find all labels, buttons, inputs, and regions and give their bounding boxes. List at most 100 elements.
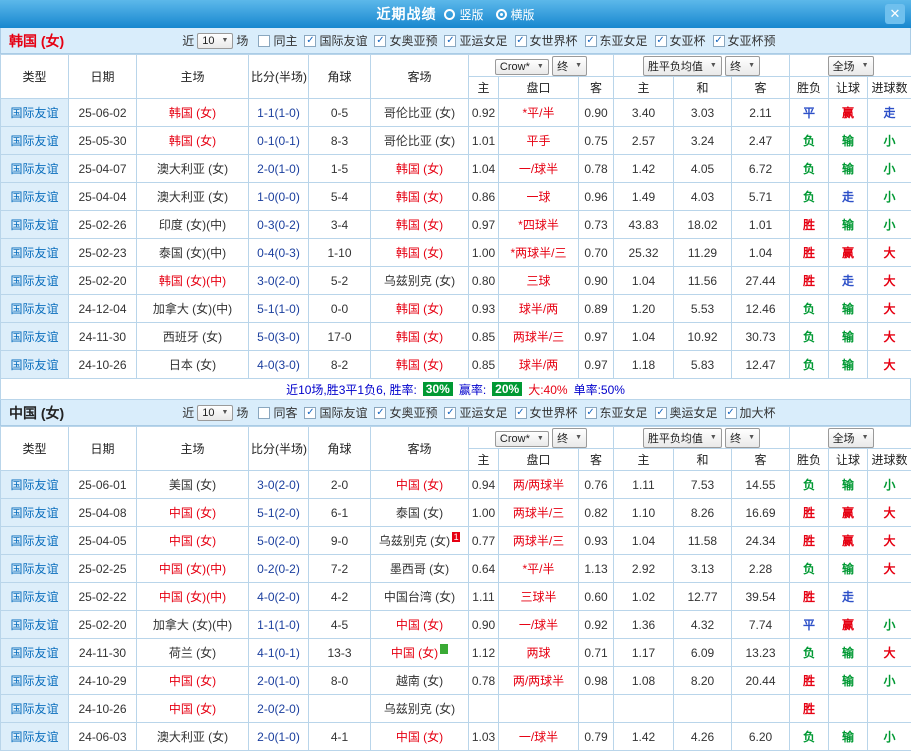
match-type-cell[interactable]: 国际友谊 [0,722,69,751]
home-team-cell[interactable]: 美国 (女) [136,470,249,499]
away-team-cell[interactable]: 越南 (女) [370,666,469,695]
away-team-cell[interactable]: 墨西哥 (女) [370,554,469,583]
europe-avg-select[interactable]: 胜平负均值 ▼ [642,55,722,76]
away-team-cell[interactable]: 乌兹别克 (女) 1 [370,526,469,555]
final-odds-select-2[interactable]: 终 ▼ [725,55,761,76]
filter-checkbox[interactable]: ✓ 女奥亚预 [374,404,437,421]
match-type-cell[interactable]: 国际友谊 [0,694,69,723]
match-type-cell[interactable]: 国际友谊 [0,526,69,555]
home-team-cell[interactable]: 加拿大 (女)(中) [136,610,249,639]
radio-horizontal-layout[interactable]: 横版 [495,6,535,23]
filter-checkbox[interactable]: ✓ 国际友谊 [304,32,367,49]
match-type-cell[interactable]: 国际友谊 [0,238,69,267]
away-team-cell[interactable]: 泰国 (女) [370,498,469,527]
match-scope-select[interactable]: 全场 ▼ [827,427,874,448]
away-team-cell[interactable]: 韩国 (女) [370,294,469,323]
recent-label: 近 [182,406,195,420]
match-type-cell[interactable]: 国际友谊 [0,582,69,611]
away-team-cell[interactable]: 韩国 (女) [370,210,469,239]
home-team-cell[interactable]: 西班牙 (女) [136,322,249,351]
home-team-cell[interactable]: 加拿大 (女)(中) [136,294,249,323]
filter-checkbox[interactable]: ✓ 女世界杯 [514,404,578,421]
summary-record-text: 近10场,胜3平1负6, 胜率: [286,382,417,397]
match-scope-select[interactable]: 全场 ▼ [827,55,874,76]
match-type-cell[interactable]: 国际友谊 [0,666,69,695]
away-team-cell[interactable]: 中国 (女) [370,470,469,499]
home-team-cell[interactable]: 澳大利亚 (女) [136,722,249,751]
match-type-cell[interactable]: 国际友谊 [0,610,69,639]
match-type-cell[interactable]: 国际友谊 [0,126,69,155]
filter-checkbox[interactable]: ✓ 亚运女足 [444,404,508,421]
filter-checkbox[interactable]: ✓ 女世界杯 [514,32,578,49]
match-type-cell[interactable]: 国际友谊 [0,350,69,379]
handicap-win-rate-badge: 20% [492,382,523,396]
bookmaker-select[interactable]: Crow* ▼ [494,58,549,75]
match-count-select[interactable]: 10 ▼ [197,404,234,421]
final-odds-select-2[interactable]: 终 ▼ [725,427,761,448]
filter-checkbox[interactable]: ✓ 国际友谊 [304,404,367,421]
away-team-cell[interactable]: 韩国 (女) [370,350,469,379]
match-count-select[interactable]: 10 ▼ [197,32,234,49]
filter-checkbox[interactable]: ✓ 奥运女足 [654,404,718,421]
match-type-cell[interactable]: 国际友谊 [0,266,69,295]
europe-away-odds-cell: 2.28 [730,554,791,583]
filter-checkbox-label: 国际友谊 [319,34,368,48]
home-team-cell[interactable]: 韩国 (女) [136,98,249,127]
home-team-cell[interactable]: 中国 (女) [136,498,249,527]
home-team-cell[interactable]: 泰国 (女)(中) [136,238,249,267]
home-team-cell[interactable]: 中国 (女)(中) [136,582,249,611]
home-team-cell[interactable]: 印度 (女)(中) [136,210,249,239]
filter-checkbox[interactable]: ✓ 加大杯 [724,404,776,421]
filter-checkbox[interactable]: 同主 [258,32,297,49]
filter-checkbox[interactable]: ✓ 东亚女足 [584,404,648,421]
match-type-cell[interactable]: 国际友谊 [0,294,69,323]
home-team-cell[interactable]: 韩国 (女) [136,126,249,155]
match-type-cell[interactable]: 国际友谊 [0,638,69,667]
bookmaker-select[interactable]: Crow* ▼ [494,430,549,447]
home-team-cell[interactable]: 中国 (女) [136,526,249,555]
filter-checkbox[interactable]: ✓ 女亚杯 [654,32,706,49]
match-type-cell[interactable]: 国际友谊 [0,210,69,239]
filter-checkbox[interactable]: 同客 [258,404,297,421]
match-type-cell[interactable]: 国际友谊 [0,98,69,127]
match-type-cell[interactable]: 国际友谊 [0,154,69,183]
filter-checkbox[interactable]: ✓ 女亚杯预 [712,32,776,49]
filter-checkbox[interactable]: ✓ 亚运女足 [444,32,508,49]
away-team-cell[interactable]: 韩国 (女) [370,238,469,267]
away-team-cell[interactable]: 乌兹别克 (女) [370,266,469,295]
match-type-cell[interactable]: 国际友谊 [0,498,69,527]
away-team-cell[interactable]: 乌兹别克 (女) [370,694,469,723]
home-team-cell[interactable]: 澳大利亚 (女) [136,182,249,211]
filter-checkbox[interactable]: ✓ 东亚女足 [584,32,648,49]
away-team-cell[interactable]: 中国台湾 (女) [370,582,469,611]
away-team-cell[interactable]: 中国 (女) [370,610,469,639]
home-team-cell[interactable]: 日本 (女) [136,350,249,379]
match-type-cell[interactable]: 国际友谊 [0,554,69,583]
match-type-cell[interactable]: 国际友谊 [0,322,69,351]
away-team-cell[interactable]: 韩国 (女) [370,154,469,183]
away-team-cell[interactable]: 韩国 (女) [370,322,469,351]
away-team-cell[interactable]: 哥伦比亚 (女) [370,98,469,127]
home-team-cell[interactable]: 中国 (女)(中) [136,554,249,583]
away-team-cell[interactable]: 哥伦比亚 (女) [370,126,469,155]
home-team-cell[interactable]: 澳大利亚 (女) [136,154,249,183]
europe-avg-select[interactable]: 胜平负均值 ▼ [642,427,722,448]
radio-vertical-layout[interactable]: 竖版 [444,6,484,23]
home-team-cell[interactable]: 荷兰 (女) [136,638,249,667]
window-title: 近期战绩 [376,6,437,22]
final-odds-select[interactable]: 终 ▼ [552,55,588,76]
home-team-cell[interactable]: 韩国 (女)(中) [136,266,249,295]
match-type-cell[interactable]: 国际友谊 [0,470,69,499]
away-team-cell[interactable]: 中国 (女) [370,638,469,667]
match-date-cell: 25-04-07 [68,154,137,183]
final-odds-select[interactable]: 终 ▼ [552,427,588,448]
match-type-cell[interactable]: 国际友谊 [0,182,69,211]
asia-away-odds-cell: 0.89 [578,294,614,323]
home-team-cell[interactable]: 中国 (女) [136,666,249,695]
away-team-cell[interactable]: 韩国 (女) [370,182,469,211]
away-team-cell[interactable]: 中国 (女) [370,722,469,751]
home-team-cell[interactable]: 中国 (女) [136,694,249,723]
result-cell: 负 [789,554,830,583]
filter-checkbox[interactable]: ✓ 女奥亚预 [374,32,437,49]
close-button[interactable]: ✕ [885,4,905,24]
